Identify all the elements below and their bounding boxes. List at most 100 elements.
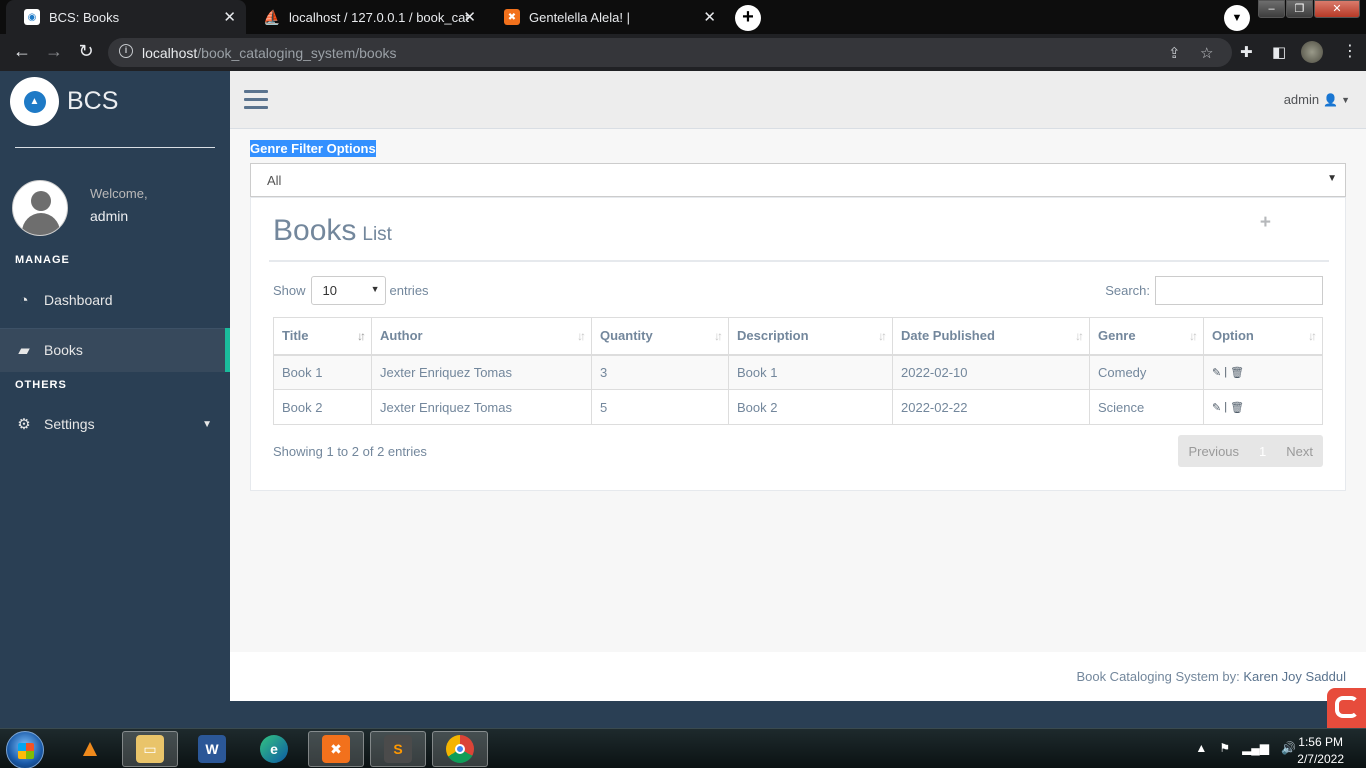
sort-icon: ↓↑ (1189, 329, 1198, 343)
windows-taskbar: ▲ ▭ W e ✖ S ▲ ⚑ ▂▄▆ 🔊 1:56 PM 2/7/2022 (0, 728, 1366, 768)
column-header-date-published[interactable]: Date Published ↓↑ (892, 317, 1090, 356)
taskbar-clock[interactable]: 1:56 PM 2/7/2022 (1297, 734, 1344, 768)
footer: Book Cataloging System by: Karen Joy Sad… (230, 652, 1366, 701)
column-header-option[interactable]: Option ↓↑ (1203, 317, 1323, 356)
search-input[interactable] (1155, 276, 1323, 305)
column-header-genre[interactable]: Genre ↓↑ (1089, 317, 1204, 356)
edit-pencil-icon[interactable]: ✎ (1212, 401, 1221, 414)
table-row: Book 2 Jexter Enriquez Tomas 5 Book 2 20… (273, 389, 1323, 425)
table-row: Book 1 Jexter Enriquez Tomas 3 Book 1 20… (273, 354, 1323, 390)
address-bar[interactable]: i localhost/book_cataloging_system/books… (108, 38, 1232, 67)
browser-tab-bcs-books[interactable]: ◉ BCS: Books ✕ (6, 0, 246, 34)
reload-icon[interactable]: ↻ (74, 41, 98, 62)
genre-filter-select[interactable]: All ▼ (250, 163, 1346, 197)
welcome-text: Welcome, (90, 186, 148, 201)
delete-trash-icon[interactable]: 🗑 (1230, 401, 1244, 414)
page-length-select[interactable]: 10 ▼ (310, 276, 386, 305)
floating-app-badge-icon[interactable] (1327, 688, 1366, 728)
browser-tab-gentelella[interactable]: ✖ Gentelella Alela! | ✕ (486, 0, 726, 34)
column-header-author[interactable]: Author ↓↑ (371, 317, 592, 356)
address-url[interactable]: localhost/book_cataloging_system/books (142, 45, 397, 61)
show-hidden-icons-icon[interactable]: ▲ (1195, 741, 1207, 755)
sidebar-item-label: Settings (44, 416, 95, 432)
sidebar-item-settings[interactable]: ⚙ Settings ▼ (0, 402, 230, 446)
close-tab-icon[interactable]: ✕ (463, 8, 476, 26)
cell-author: Jexter Enriquez Tomas (371, 389, 592, 425)
window-close-icon[interactable]: ✕ (1314, 0, 1360, 18)
extensions-puzzle-icon[interactable]: ✚ (1240, 43, 1253, 61)
column-header-label: Quantity (600, 328, 653, 344)
sort-icon: ↓↑ (1075, 329, 1084, 343)
taskbar-file-explorer[interactable]: ▭ (122, 731, 178, 767)
tab-search-chevron-icon[interactable]: ▼ (1224, 5, 1250, 31)
cell-quantity: 5 (591, 389, 729, 425)
cell-description: Book 1 (728, 354, 893, 390)
taskbar-xampp[interactable]: ✖ (308, 731, 364, 767)
forward-arrow-icon[interactable]: → (42, 41, 66, 62)
maximize-icon[interactable]: ❐ (1286, 0, 1313, 18)
user-icon: 👤 (1323, 92, 1339, 107)
menu-toggle-hamburger-icon[interactable] (244, 90, 268, 114)
site-info-icon[interactable]: i (119, 44, 133, 58)
taskbar-vlc[interactable]: ▲ (62, 731, 118, 767)
edge-icon: e (260, 735, 288, 763)
column-header-description[interactable]: Description ↓↑ (728, 317, 893, 356)
cell-author: Jexter Enriquez Tomas (371, 354, 592, 390)
taskbar-word[interactable]: W (184, 731, 240, 767)
option-separator: | (1224, 401, 1228, 413)
option-separator: | (1224, 366, 1228, 379)
taskbar-chrome[interactable] (432, 731, 488, 767)
next-page-button[interactable]: Next (1276, 444, 1323, 459)
xampp-icon: ✖ (322, 735, 350, 763)
table-header-row: Title ↓↑ Author ↓↑ Quantity ↓↑ Description ↓… (273, 317, 1323, 356)
sidebar-item-dashboard[interactable]: ◔ Dashboard (0, 278, 230, 322)
chevron-down-icon: ▼ (370, 284, 380, 294)
sort-icon: ↓↑ (577, 329, 586, 343)
chrome-icon (446, 735, 474, 763)
profile-avatar[interactable] (1301, 41, 1323, 63)
browser-menu-icon[interactable]: ⋮ (1342, 41, 1358, 61)
bcs-favicon-icon: ◉ (24, 9, 40, 25)
start-button[interactable] (6, 731, 44, 768)
column-header-label: Title (282, 328, 309, 344)
column-header-quantity[interactable]: Quantity ↓↑ (591, 317, 729, 356)
minimize-icon[interactable]: – (1258, 0, 1285, 18)
tachometer-icon: ◔ (19, 291, 29, 309)
taskbar-sublime[interactable]: S (370, 731, 426, 767)
bookmark-star-icon[interactable]: ☆ (1200, 44, 1213, 62)
url-path: /book_cataloging_system/books (197, 45, 397, 61)
entries-label: entries (389, 283, 429, 298)
add-book-plus-icon[interactable]: + (1260, 212, 1271, 234)
vlc-cone-icon: ▲ (78, 735, 102, 762)
new-tab-button[interactable]: + (735, 5, 761, 31)
edit-pencil-icon[interactable]: ✎ (1212, 366, 1221, 379)
panel-title-main: Books (273, 214, 357, 247)
delete-trash-icon[interactable]: 🗑 (1230, 366, 1244, 379)
sort-icon: ↓↑ (1308, 329, 1317, 343)
close-tab-icon[interactable]: ✕ (703, 8, 716, 26)
pagination: Previous 1 Next (1178, 435, 1323, 467)
back-arrow-icon[interactable]: ← (10, 41, 34, 62)
phpmyadmin-favicon-icon: ⛵ (263, 8, 281, 25)
network-signal-icon[interactable]: ▂▄▆ (1242, 741, 1269, 755)
cell-option: ✎ | 🗑 (1203, 389, 1323, 425)
column-header-title[interactable]: Title ↓↑ (273, 317, 372, 356)
volume-icon[interactable]: 🔊 (1281, 741, 1296, 755)
side-panel-icon[interactable]: ◧ (1272, 43, 1286, 61)
cell-title: Book 2 (273, 389, 372, 425)
taskbar-edge[interactable]: e (246, 731, 302, 767)
share-icon[interactable]: ⇪ (1168, 44, 1181, 62)
page-1-button[interactable]: 1 (1249, 444, 1276, 459)
action-center-flag-icon[interactable]: ⚑ (1219, 741, 1230, 755)
sidebar-item-books[interactable]: ▰ Books (0, 328, 230, 372)
main-content: Genre Filter Options All ▼ Books List + S… (230, 129, 1366, 652)
previous-page-button[interactable]: Previous (1178, 444, 1249, 459)
user-dropdown[interactable]: admin 👤 ▼ (1284, 92, 1350, 107)
sidebar-item-label: Books (44, 342, 83, 358)
brand[interactable]: ▲ BCS (10, 77, 118, 126)
column-header-label: Author (380, 328, 423, 344)
column-header-label: Genre (1098, 328, 1136, 344)
close-tab-icon[interactable]: ✕ (223, 8, 236, 26)
browser-tab-phpmyadmin[interactable]: ⛵ localhost / 127.0.0.1 / book_catal ✕ (246, 0, 486, 34)
tab-title: Gentelella Alela! | (529, 9, 630, 25)
